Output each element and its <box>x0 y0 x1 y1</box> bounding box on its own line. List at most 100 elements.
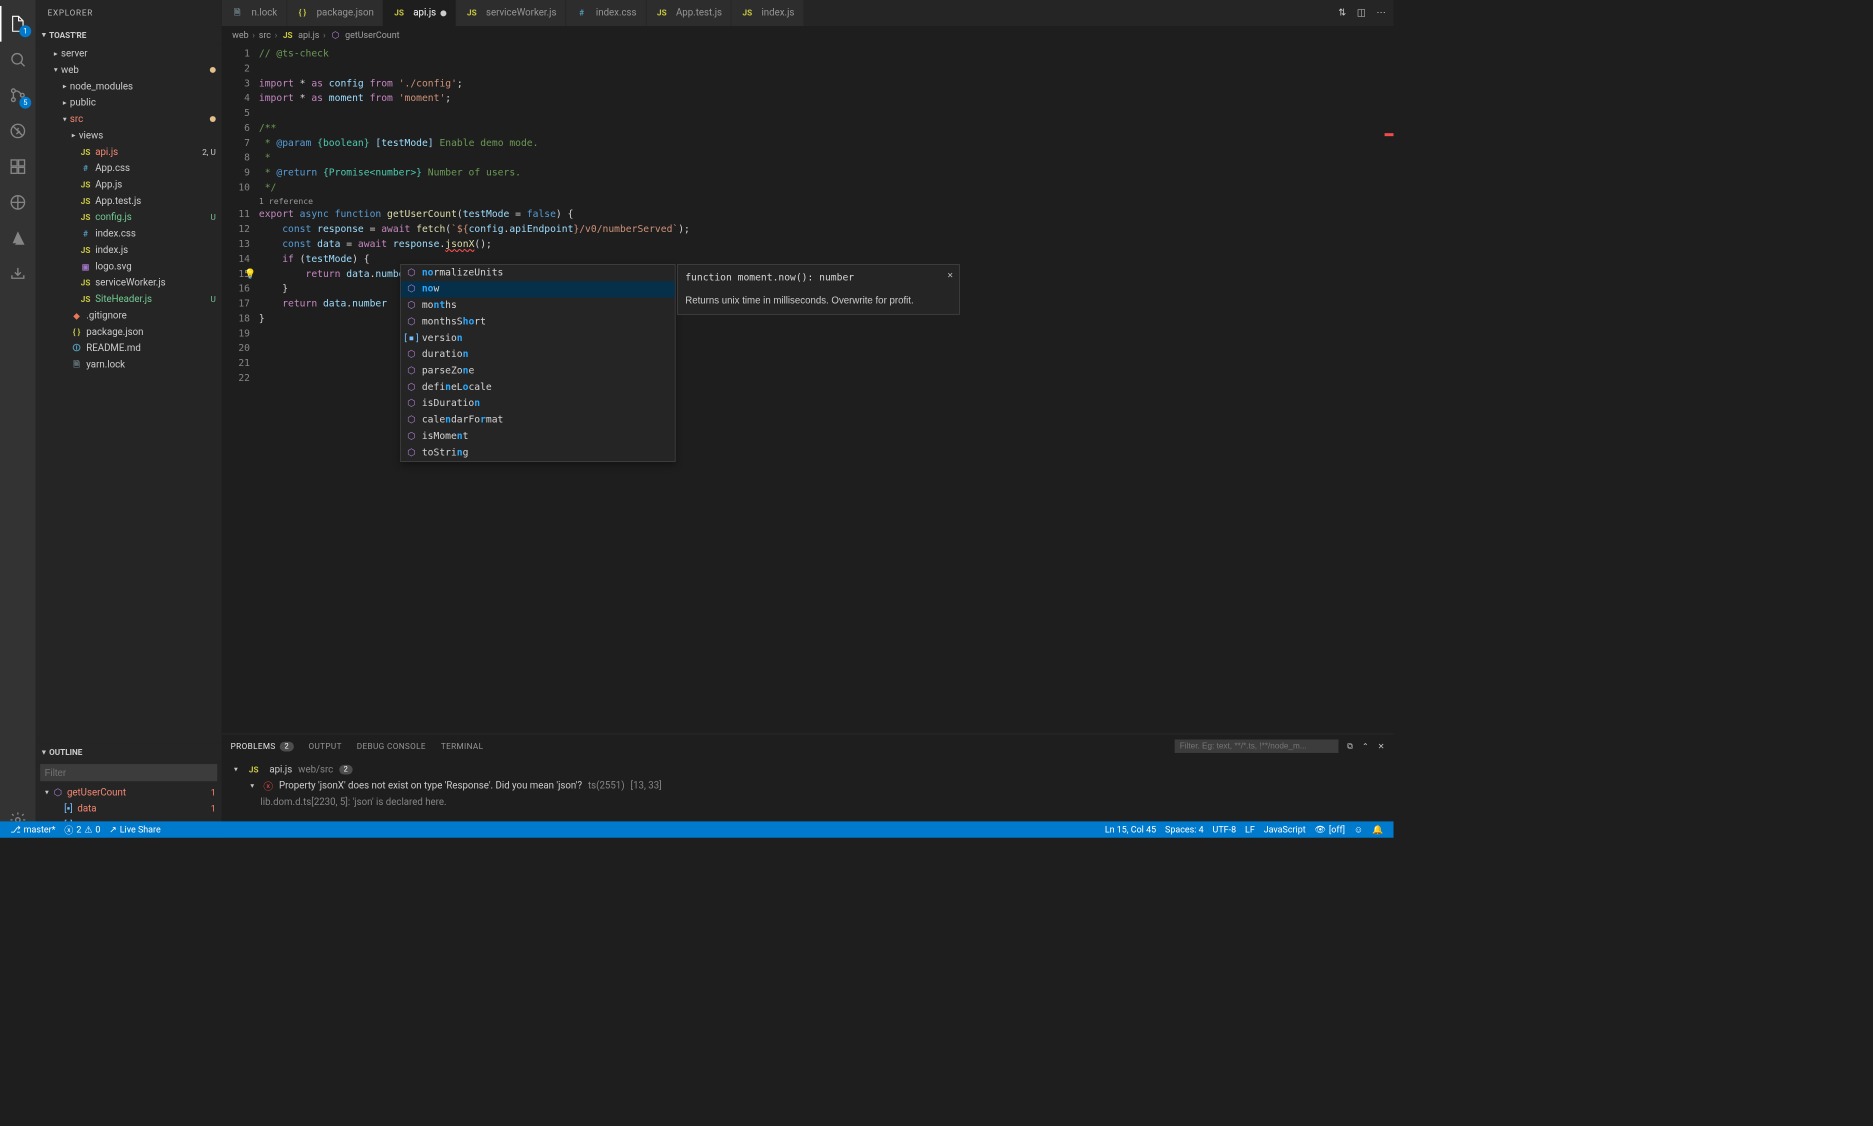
suggest-toString[interactable]: ⬡toString <box>401 445 675 461</box>
tab-App.test.js[interactable]: JSApp.test.js <box>646 0 731 26</box>
suggest-doc-close[interactable]: × <box>947 268 953 283</box>
folder-public[interactable]: ▸public <box>36 94 222 110</box>
problem-message: Property 'jsonX' does not exist on type … <box>279 780 582 791</box>
tab-n.lock[interactable]: 🗎n.lock <box>222 0 287 26</box>
suggest-now[interactable]: ⬡now <box>401 281 675 297</box>
file-package.json[interactable]: { }package.json <box>36 324 222 340</box>
problem-file-count: 2 <box>339 764 352 774</box>
suggest-widget[interactable]: ⬡normalizeUnits⬡now⬡months⬡monthsShort[▪… <box>400 264 675 462</box>
panel-tab-problems[interactable]: PROBLEMS 2 <box>231 741 294 751</box>
suggest-months[interactable]: ⬡months <box>401 298 675 314</box>
activity-azure-icon[interactable] <box>0 220 36 256</box>
folder-node_modules[interactable]: ▸node_modules <box>36 78 222 94</box>
problem-file-name: api.js <box>269 764 292 775</box>
status-spaces[interactable]: Spaces: 4 <box>1161 824 1209 834</box>
outline-data[interactable]: [▪]data1 <box>36 801 222 817</box>
tab-serviceWorker.js[interactable]: JSserviceWorker.js <box>456 0 566 26</box>
suggest-version[interactable]: [▪]version <box>401 330 675 346</box>
suggest-isDuration[interactable]: ⬡isDuration <box>401 396 675 412</box>
split-icon[interactable]: ◫ <box>1357 7 1366 18</box>
file-tree: ▸server▾web▸node_modules▸public▾src▸view… <box>36 44 222 743</box>
activity-remote-icon[interactable] <box>0 185 36 221</box>
activity-explorer-icon[interactable]: 1 <box>0 6 36 42</box>
status-liveshare[interactable]: ↗ Live Share <box>105 824 165 834</box>
file-serviceWorker.js[interactable]: JSserviceWorker.js <box>36 275 222 291</box>
status-errors[interactable]: ⓧ 2 ⚠ 0 <box>60 823 105 836</box>
codelens[interactable]: 1 reference <box>259 196 1385 208</box>
folder-server[interactable]: ▸server <box>36 45 222 61</box>
file-logo.svg[interactable]: ▣logo.svg <box>36 258 222 274</box>
minimap[interactable] <box>1385 44 1394 734</box>
section-outline[interactable]: ▾OUTLINE <box>36 743 222 761</box>
activity-debug-icon[interactable] <box>0 113 36 149</box>
breadcrumbs[interactable]: web›src›JSapi.js›⬡getUserCount <box>222 26 1394 44</box>
status-branch[interactable]: ⎇ master* <box>6 824 60 834</box>
problem-row[interactable]: ▾ ⓧ Property 'jsonX' does not exist on t… <box>231 777 1385 793</box>
folder-web[interactable]: ▾web <box>36 62 222 78</box>
file-App.js[interactable]: JSApp.js <box>36 176 222 192</box>
panel-chevron-icon[interactable]: ⌃ <box>1362 741 1369 751</box>
file-yarn.lock[interactable]: 🗎yarn.lock <box>36 356 222 372</box>
folder-src[interactable]: ▾src <box>36 111 222 127</box>
panel-close-icon[interactable]: ✕ <box>1378 741 1385 751</box>
status-language[interactable]: JavaScript <box>1259 824 1310 834</box>
panel-tab-output[interactable]: OUTPUT <box>308 741 341 751</box>
file-App.css[interactable]: #App.css <box>36 160 222 176</box>
tab-package.json[interactable]: { }package.json <box>287 0 384 26</box>
code-editor[interactable]: 12345678910111213141516171819202122 // @… <box>222 44 1394 734</box>
workspace-name: TOAST'RE <box>49 30 86 40</box>
suggest-normalizeUnits[interactable]: ⬡normalizeUnits <box>401 265 675 281</box>
status-prettier[interactable]: 👁 [off] <box>1310 824 1349 834</box>
status-eol[interactable]: LF <box>1241 824 1260 834</box>
file-index.js[interactable]: JSindex.js <box>36 242 222 258</box>
status-encoding[interactable]: UTF-8 <box>1208 824 1240 834</box>
suggest-isMoment[interactable]: ⬡isMoment <box>401 429 675 445</box>
tab-index.js[interactable]: JSindex.js <box>732 0 804 26</box>
panel-tab-debug[interactable]: DEBUG CONSOLE <box>357 741 426 751</box>
breadcrumb-web[interactable]: web <box>232 30 248 40</box>
activity-extensions-icon[interactable] <box>0 149 36 185</box>
folder-views[interactable]: ▸views <box>36 127 222 143</box>
problem-file-row[interactable]: ▾ JS api.js web/src 2 <box>231 761 1385 777</box>
status-feedback-icon[interactable]: ☺ <box>1349 824 1367 834</box>
activity-scm-icon[interactable]: 5 <box>0 77 36 113</box>
suggest-calendarFormat[interactable]: ⬡calendarFormat <box>401 412 675 428</box>
panel-tabs: PROBLEMS 2 OUTPUT DEBUG CONSOLE TERMINAL… <box>222 734 1394 758</box>
file-SiteHeader.js[interactable]: JSSiteHeader.jsU <box>36 291 222 307</box>
activity-search-icon[interactable] <box>0 42 36 78</box>
panel-collapse-icon[interactable]: ⧉ <box>1347 741 1353 751</box>
code-content[interactable]: // @ts-checkimport * as config from './c… <box>259 44 1385 734</box>
more-icon[interactable]: ⋯ <box>1376 7 1386 18</box>
breadcrumb-src[interactable]: src <box>259 30 271 40</box>
activity-share-icon[interactable] <box>0 256 36 292</box>
suggest-duration[interactable]: ⬡duration <box>401 347 675 363</box>
status-cursor[interactable]: Ln 15, Col 45 <box>1100 824 1160 834</box>
file-config.js[interactable]: JSconfig.jsU <box>36 209 222 225</box>
problems-count: 2 <box>280 741 293 751</box>
file-README.md[interactable]: 🛈README.md <box>36 340 222 356</box>
scm-badge: 5 <box>19 97 31 109</box>
section-workspace[interactable]: ▾TOAST'RE <box>36 26 222 44</box>
file-.gitignore[interactable]: ◆.gitignore <box>36 307 222 323</box>
tab-api.js[interactable]: JSapi.js <box>383 0 456 26</box>
sidebar: EXPLORER ▾TOAST'RE ▸server▾web▸node_modu… <box>36 0 222 838</box>
sidebar-title: EXPLORER <box>36 0 222 26</box>
problem-loc: [13, 33] <box>631 780 662 791</box>
breadcrumb-api.js[interactable]: api.js <box>298 30 319 40</box>
outline-filter-input[interactable] <box>40 764 217 781</box>
tab-index.css[interactable]: #index.css <box>566 0 646 26</box>
suggest-monthsShort[interactable]: ⬡monthsShort <box>401 314 675 330</box>
file-api.js[interactable]: JSapi.js2, U <box>36 144 222 160</box>
suggest-defineLocale[interactable]: ⬡defineLocale <box>401 379 675 395</box>
problem-related[interactable]: lib.dom.d.ts[2230, 5]: 'json' is declare… <box>231 794 1385 810</box>
breadcrumb-getUserCount[interactable]: getUserCount <box>345 30 400 40</box>
suggest-parseZone[interactable]: ⬡parseZone <box>401 363 675 379</box>
activity-bar: 1 5 <box>0 0 36 838</box>
outline-getUserCount[interactable]: ▾⬡getUserCount1 <box>36 784 222 800</box>
file-App.test.js[interactable]: JSApp.test.js <box>36 193 222 209</box>
panel-filter-input[interactable] <box>1175 740 1339 753</box>
compare-icon[interactable]: ⇅ <box>1338 7 1346 18</box>
panel-tab-terminal[interactable]: TERMINAL <box>441 741 484 751</box>
file-index.css[interactable]: #index.css <box>36 225 222 241</box>
status-bell-icon[interactable]: 🔔 <box>1368 824 1388 834</box>
